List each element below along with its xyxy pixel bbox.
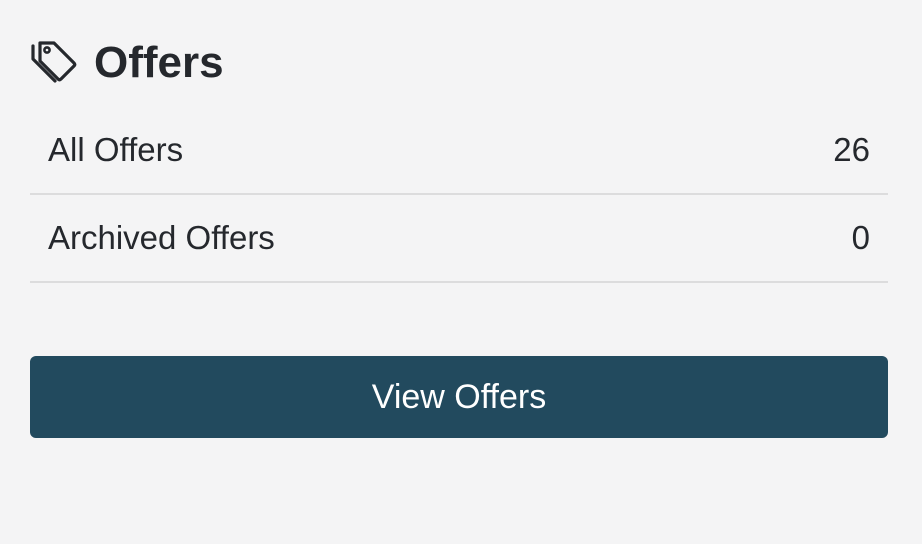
tags-icon [30, 40, 78, 86]
view-offers-button[interactable]: View Offers [30, 356, 888, 438]
panel-title: Offers [94, 38, 224, 87]
list-item-archived-offers[interactable]: Archived Offers 0 [30, 195, 888, 283]
list-item-label: Archived Offers [48, 219, 275, 256]
list-item-label: All Offers [48, 131, 184, 168]
list-item-count: 0 [851, 219, 870, 256]
list-item-all-offers[interactable]: All Offers 26 [30, 107, 888, 195]
list-item-count: 26 [833, 131, 870, 168]
offers-panel: Offers All Offers 26 Archived Offers 0 V… [0, 0, 922, 544]
offers-stats-list: All Offers 26 Archived Offers 0 [30, 107, 888, 283]
panel-header: Offers [30, 38, 224, 88]
